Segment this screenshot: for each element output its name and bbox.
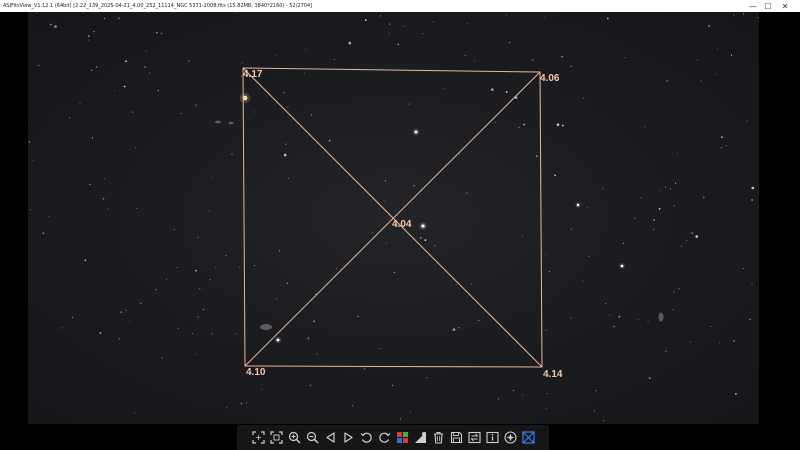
image-viewport[interactable]: 4.17 4.06 4.04 4.10 4.14 bbox=[28, 12, 759, 424]
bottom-toolbar bbox=[237, 425, 549, 450]
fwhm-diagonal-a bbox=[242, 67, 543, 368]
save-icon[interactable] bbox=[448, 429, 465, 446]
fit-to-window-icon[interactable] bbox=[250, 429, 267, 446]
rotate-right-icon[interactable] bbox=[376, 429, 393, 446]
star-detect-icon[interactable] bbox=[502, 429, 519, 446]
zoom-out-icon[interactable] bbox=[304, 429, 321, 446]
info-icon[interactable] bbox=[484, 429, 501, 446]
stretch-icon[interactable] bbox=[412, 429, 429, 446]
close-button[interactable]: ✕ bbox=[776, 0, 794, 12]
maximize-button[interactable]: ☐ bbox=[759, 0, 777, 12]
fwhm-label-center: 4.04 bbox=[392, 219, 412, 230]
fwhm-overlay bbox=[242, 67, 543, 368]
zoom-in-icon[interactable] bbox=[286, 429, 303, 446]
color-balance-icon[interactable] bbox=[394, 429, 411, 446]
convert-icon[interactable] bbox=[466, 429, 483, 446]
delete-icon[interactable] bbox=[430, 429, 447, 446]
title-bar: ASIFitsView_V1.12.1 (64bit) [2.22_139_20… bbox=[0, 0, 800, 12]
fwhm-analysis-icon[interactable] bbox=[520, 429, 537, 446]
fwhm-label-top-right: 4.06 bbox=[540, 73, 560, 84]
next-icon[interactable] bbox=[340, 429, 357, 446]
fwhm-label-bottom-right: 4.14 bbox=[543, 369, 563, 380]
fwhm-label-top-left: 4.17 bbox=[243, 69, 263, 80]
rotate-left-icon[interactable] bbox=[358, 429, 375, 446]
fwhm-label-bottom-left: 4.10 bbox=[246, 367, 266, 378]
window-title: ASIFitsView_V1.12.1 (64bit) [2.22_139_20… bbox=[3, 3, 313, 9]
previous-icon[interactable] bbox=[322, 429, 339, 446]
actual-size-icon[interactable] bbox=[268, 429, 285, 446]
app-window: ASIFitsView_V1.12.1 (64bit) [2.22_139_20… bbox=[0, 0, 800, 450]
